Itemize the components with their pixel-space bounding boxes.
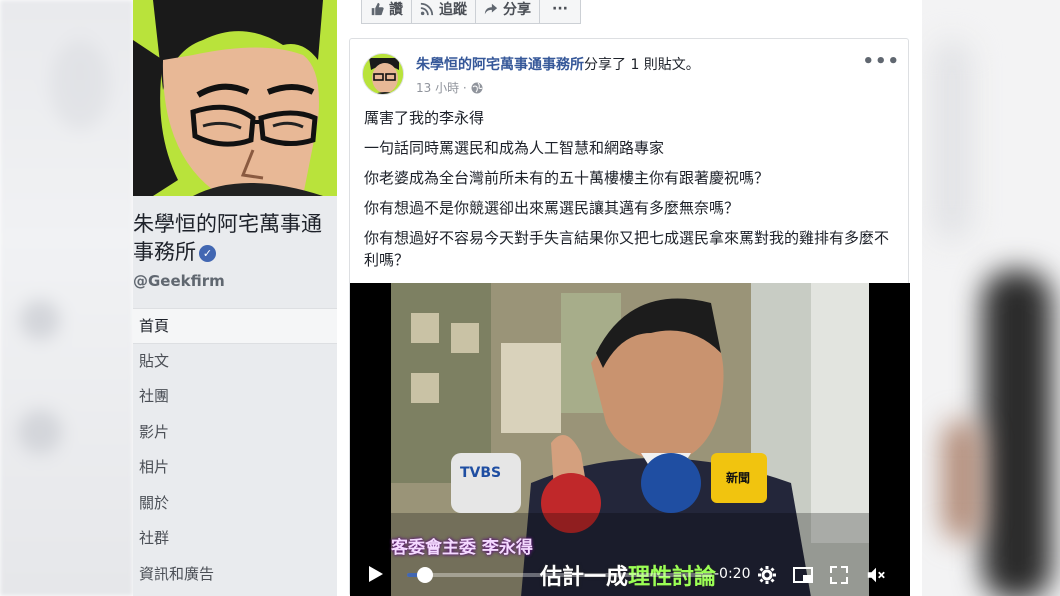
post-meta: 13 小時 · bbox=[416, 79, 483, 96]
picture-in-picture-icon[interactable] bbox=[793, 565, 813, 585]
post-header: 朱學恒的阿宅萬事通事務所分享了 1 則貼文。 bbox=[416, 54, 700, 74]
muted-volume-icon[interactable] bbox=[866, 565, 886, 585]
post-line: 你有想過不是你競選卻出來罵選民讓其邁有多麼無奈嗎？ bbox=[364, 199, 740, 217]
nav-item-groups[interactable]: 社團 bbox=[133, 379, 337, 415]
post-line: 厲害了我的李永得 bbox=[364, 109, 485, 127]
page-nav: 首頁 貼文 社團 影片 相片 關於 社群 資訊和廣告 bbox=[133, 308, 337, 592]
like-button[interactable]: 讚 bbox=[361, 0, 412, 24]
nav-item-home[interactable]: 首頁 bbox=[133, 308, 337, 344]
more-dots-icon: ··· bbox=[552, 1, 568, 17]
avatar-portrait-image bbox=[363, 54, 403, 94]
nav-item-posts[interactable]: 貼文 bbox=[133, 344, 337, 380]
post-options-button[interactable]: ••• bbox=[862, 51, 900, 72]
nav-item-photos[interactable]: 相片 bbox=[133, 450, 337, 486]
share-arrow-icon bbox=[484, 3, 498, 15]
video-time-remaining: -0:20 bbox=[714, 566, 751, 582]
post-timestamp[interactable]: 13 小時 · bbox=[416, 79, 467, 96]
tvbs-mic-label: TVBS bbox=[460, 465, 502, 481]
page-sidebar: 朱學恒的阿宅萬事通事務所 ✓ @Geekfirm 首頁 貼文 社團 影片 相片 關… bbox=[133, 0, 337, 596]
shared-post-text: 分享了 1 則貼文。 bbox=[584, 57, 700, 73]
share-button[interactable]: 分享 bbox=[475, 0, 540, 24]
video-progress-bar[interactable] bbox=[407, 567, 712, 583]
page-action-bar: 讚 追蹤 分享 ··· bbox=[361, 0, 581, 24]
page-title[interactable]: 朱學恒的阿宅萬事通事務所 ✓ bbox=[133, 210, 337, 266]
like-label: 讚 bbox=[389, 2, 403, 18]
cartoon-portrait-image bbox=[133, 0, 337, 196]
page-profile-picture[interactable] bbox=[133, 0, 337, 196]
progress-scrubber-handle[interactable] bbox=[417, 567, 434, 583]
nav-item-about[interactable]: 關於 bbox=[133, 486, 337, 522]
video-player[interactable]: TVBS 新聞 客委會主委 李永得 估計一成理性討論 -0:20 bbox=[350, 283, 910, 596]
page-name-text: 朱學恒的阿宅萬事通事務所 bbox=[133, 212, 322, 264]
thumbs-up-icon bbox=[371, 2, 384, 16]
rss-icon bbox=[420, 2, 434, 16]
video-controls: -0:20 bbox=[350, 553, 910, 596]
fullscreen-icon[interactable] bbox=[829, 565, 849, 585]
author-name-link[interactable]: 朱學恒的阿宅萬事通事務所 bbox=[416, 57, 584, 73]
post-line: 一句話同時罵選民和成為人工智慧和網路專家 bbox=[364, 139, 665, 157]
share-label: 分享 bbox=[503, 2, 531, 18]
shared-post-card: 朱學恒的阿宅萬事通事務所分享了 1 則貼文。 13 小時 · ••• 厲害了我的… bbox=[349, 38, 910, 596]
follow-label: 追蹤 bbox=[439, 2, 467, 18]
nav-item-community[interactable]: 社群 bbox=[133, 521, 337, 557]
post-line: 你老婆成為全台灣前所未有的五十萬樓樓主你有跟著慶祝嗎？ bbox=[364, 169, 770, 187]
news-mic-label: 新聞 bbox=[726, 471, 751, 485]
author-avatar[interactable] bbox=[362, 53, 404, 95]
blurred-background-right bbox=[922, 0, 1060, 596]
settings-gear-icon[interactable] bbox=[757, 565, 777, 585]
post-body: 厲害了我的李永得 一句話同時罵選民和成為人工智慧和網路專家 你老婆成為全台灣前所… bbox=[364, 107, 894, 279]
verified-check-icon: ✓ bbox=[199, 245, 216, 262]
page-handle[interactable]: @Geekfirm bbox=[133, 272, 225, 290]
blurred-background-left bbox=[0, 0, 133, 596]
follow-button[interactable]: 追蹤 bbox=[411, 0, 476, 24]
nav-item-info-and-ads[interactable]: 資訊和廣告 bbox=[133, 557, 337, 593]
more-options-button[interactable]: ··· bbox=[539, 0, 581, 24]
globe-icon[interactable] bbox=[471, 82, 483, 94]
play-icon[interactable] bbox=[368, 565, 384, 583]
post-line: 你有想過好不容易今天對手失言結果你又把七成選民拿來罵對我的雞排有多麼不利嗎？ bbox=[364, 229, 890, 269]
nav-item-videos[interactable]: 影片 bbox=[133, 415, 337, 451]
